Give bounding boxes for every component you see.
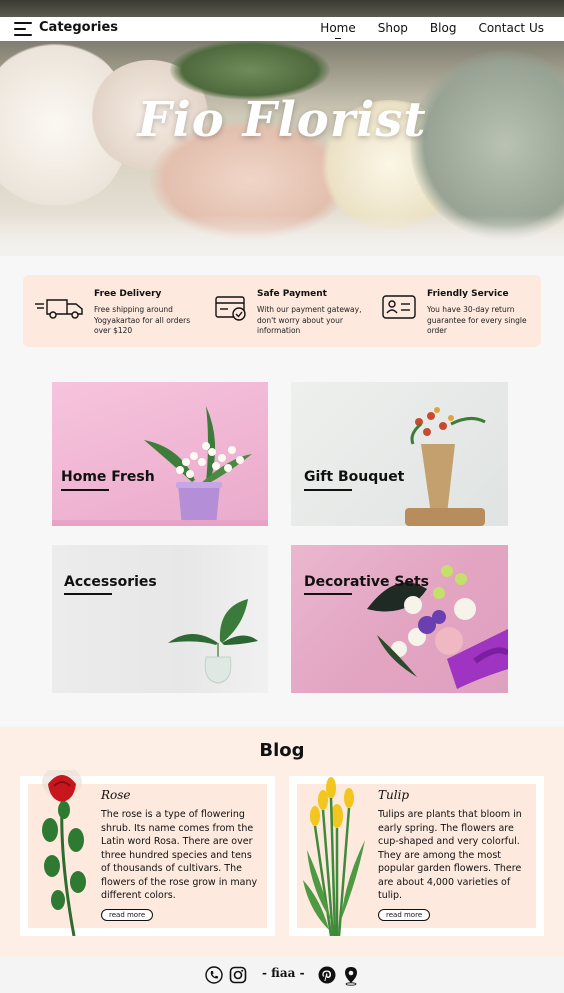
leaves-decoration	[170, 40, 330, 100]
lily-of-the-valley-image	[144, 406, 252, 526]
post-title: Tulip	[378, 788, 410, 802]
feature-description: With our payment gateway, don't worry ab…	[257, 305, 362, 335]
hero-banner: Categories Home Shop Blog Contact Us Fio…	[0, 0, 564, 256]
category-card-decorative-sets[interactable]: Decorative Sets	[291, 545, 508, 693]
post-body: The rose is a type of flowering shrub. I…	[101, 809, 258, 901]
nav-links: Home Shop Blog Contact Us	[298, 21, 544, 35]
tulip-image	[303, 777, 365, 936]
category-underline	[61, 489, 109, 491]
feature-description: You have 30-day return guarantee for eve…	[427, 305, 527, 335]
read-more-button[interactable]: read more	[101, 909, 154, 921]
category-label: Accessories	[64, 574, 157, 590]
nav-link-contact[interactable]: Contact Us	[478, 21, 544, 35]
feature-description: Free shipping around Yogyakartao for all…	[94, 305, 191, 335]
post-body: Tulips are plants that bloom in early sp…	[378, 809, 522, 901]
blog-card-rose: Rose The rose is a type of flowering shr…	[20, 770, 275, 936]
footer-brand: - fiaa -	[262, 966, 305, 980]
category-underline	[64, 593, 112, 595]
hero-title: Fio Florist	[137, 92, 427, 148]
category-underline	[304, 593, 352, 595]
categories-brand[interactable]: Categories	[39, 20, 118, 35]
instagram-icon[interactable]	[229, 966, 247, 984]
category-card-gift-bouquet[interactable]: Gift Bouquet	[291, 382, 508, 526]
nav-link-home[interactable]: Home	[320, 21, 355, 35]
blog-title: Blog	[259, 740, 305, 761]
delivery-truck-icon	[35, 299, 83, 319]
category-label: Decorative Sets	[304, 574, 429, 590]
feature-title: Free Delivery	[94, 289, 162, 299]
feature-title: Friendly Service	[427, 289, 509, 299]
nav-link-shop[interactable]: Shop	[378, 21, 408, 35]
menu-icon[interactable]	[14, 22, 32, 36]
gift-bouquet-image	[405, 407, 486, 526]
blog-card-tulip: Tulip Tulips are plants that bloom in ea…	[289, 776, 544, 936]
feature-title: Safe Payment	[257, 289, 327, 299]
category-card-accessories[interactable]: Accessories	[52, 545, 268, 693]
category-underline	[304, 489, 352, 491]
category-card-home-fresh[interactable]: Home Fresh	[52, 382, 268, 526]
category-label: Home Fresh	[61, 469, 155, 485]
category-label: Gift Bouquet	[304, 469, 405, 485]
rose-image	[42, 770, 86, 936]
location-pin-icon[interactable]	[343, 966, 359, 986]
pinterest-icon[interactable]	[318, 966, 336, 984]
phone-icon[interactable]	[205, 966, 223, 984]
credit-card-icon	[215, 296, 246, 321]
nav-link-blog[interactable]: Blog	[430, 21, 457, 35]
decorative-bouquet-image	[367, 565, 508, 689]
footer: - fiaa -	[0, 957, 564, 993]
top-navbar: Categories Home Shop Blog Contact Us	[0, 17, 564, 41]
features-strip: Free Delivery Free shipping around Yogya…	[23, 275, 541, 347]
read-more-button[interactable]: read more	[378, 909, 431, 921]
plant-vase-image	[168, 599, 258, 684]
id-card-icon	[382, 295, 416, 319]
blog-section: Blog Rose The rose is a type of flowerin…	[0, 727, 564, 957]
post-title: Rose	[101, 788, 131, 802]
